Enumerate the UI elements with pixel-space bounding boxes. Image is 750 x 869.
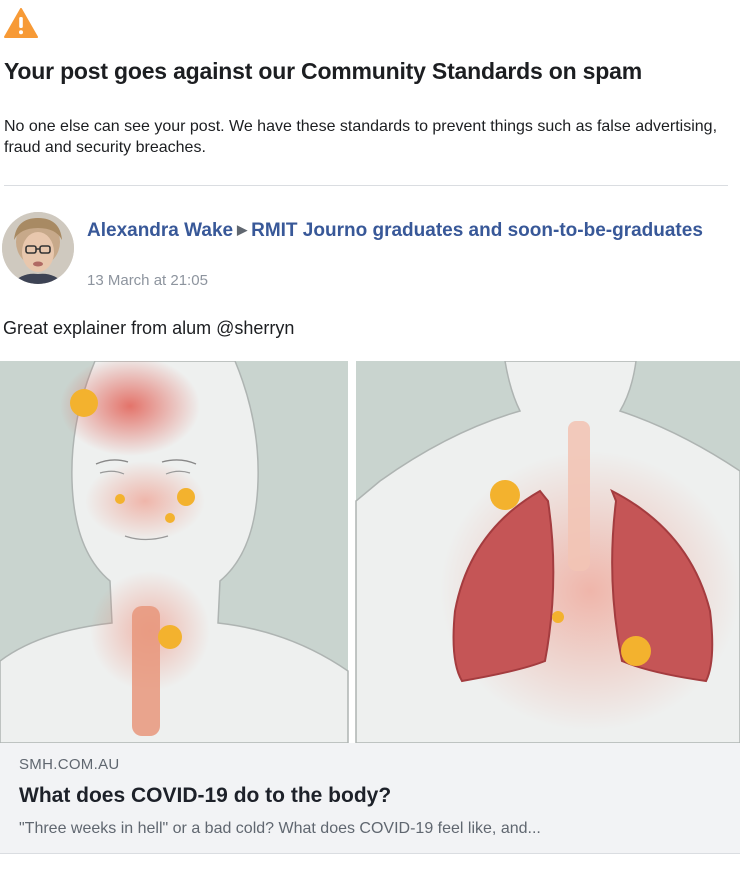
post-author-line: Alexandra Wake ▶ RMIT Journo graduates and…: [87, 216, 707, 244]
post-timestamp[interactable]: 13 March at 21:05: [87, 272, 208, 289]
warning-triangle-icon: [4, 8, 38, 38]
covid-body-illustration[interactable]: [0, 361, 740, 743]
right-triangle-icon: ▶: [237, 222, 248, 237]
author-link[interactable]: Alexandra Wake: [87, 220, 233, 241]
notice-title: Your post goes against our Community Sta…: [4, 58, 642, 84]
link-domain: SMH.COM.AU: [19, 756, 120, 773]
link-title[interactable]: What does COVID-19 do to the body?: [19, 784, 391, 808]
group-link[interactable]: RMIT Journo graduates and soon-to-be-gra…: [251, 220, 703, 241]
avatar[interactable]: [2, 212, 74, 284]
divider: [4, 185, 728, 186]
notice-body: No one else can see your post. We have t…: [4, 118, 718, 156]
post-text: Great explainer from alum @sherryn: [3, 318, 295, 338]
link-description: "Three weeks in hell" or a bad cold? Wha…: [19, 820, 541, 837]
